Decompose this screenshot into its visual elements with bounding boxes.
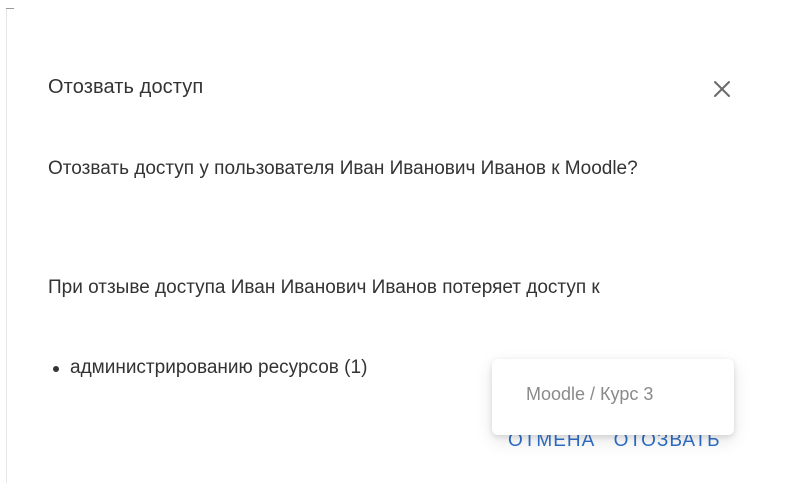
resource-tooltip: Moodle / Курс 3 xyxy=(492,359,734,435)
revoke-access-dialog: Отозвать доступ Отозвать доступ у пользо… xyxy=(14,12,784,482)
frame-edge xyxy=(6,8,7,483)
list-item[interactable]: администрированию ресурсов (1) xyxy=(48,353,367,383)
tooltip-text: Moodle / Курс 3 xyxy=(526,384,654,404)
list-item-label: администрированию ресурсов (1) xyxy=(70,357,368,378)
frame-corner xyxy=(6,8,14,9)
close-button[interactable] xyxy=(707,74,737,104)
dialog-warning: При отзыве доступа Иван Иванович Иванов … xyxy=(48,277,600,298)
lost-access-list: администрированию ресурсов (1) xyxy=(48,353,367,383)
dialog-question: Отозвать доступ у пользователя Иван Иван… xyxy=(48,158,638,179)
close-icon xyxy=(714,81,730,97)
bullet-icon xyxy=(53,366,59,372)
screen: Отозвать доступ Отозвать доступ у пользо… xyxy=(0,0,788,490)
dialog-title: Отозвать доступ xyxy=(48,76,204,98)
